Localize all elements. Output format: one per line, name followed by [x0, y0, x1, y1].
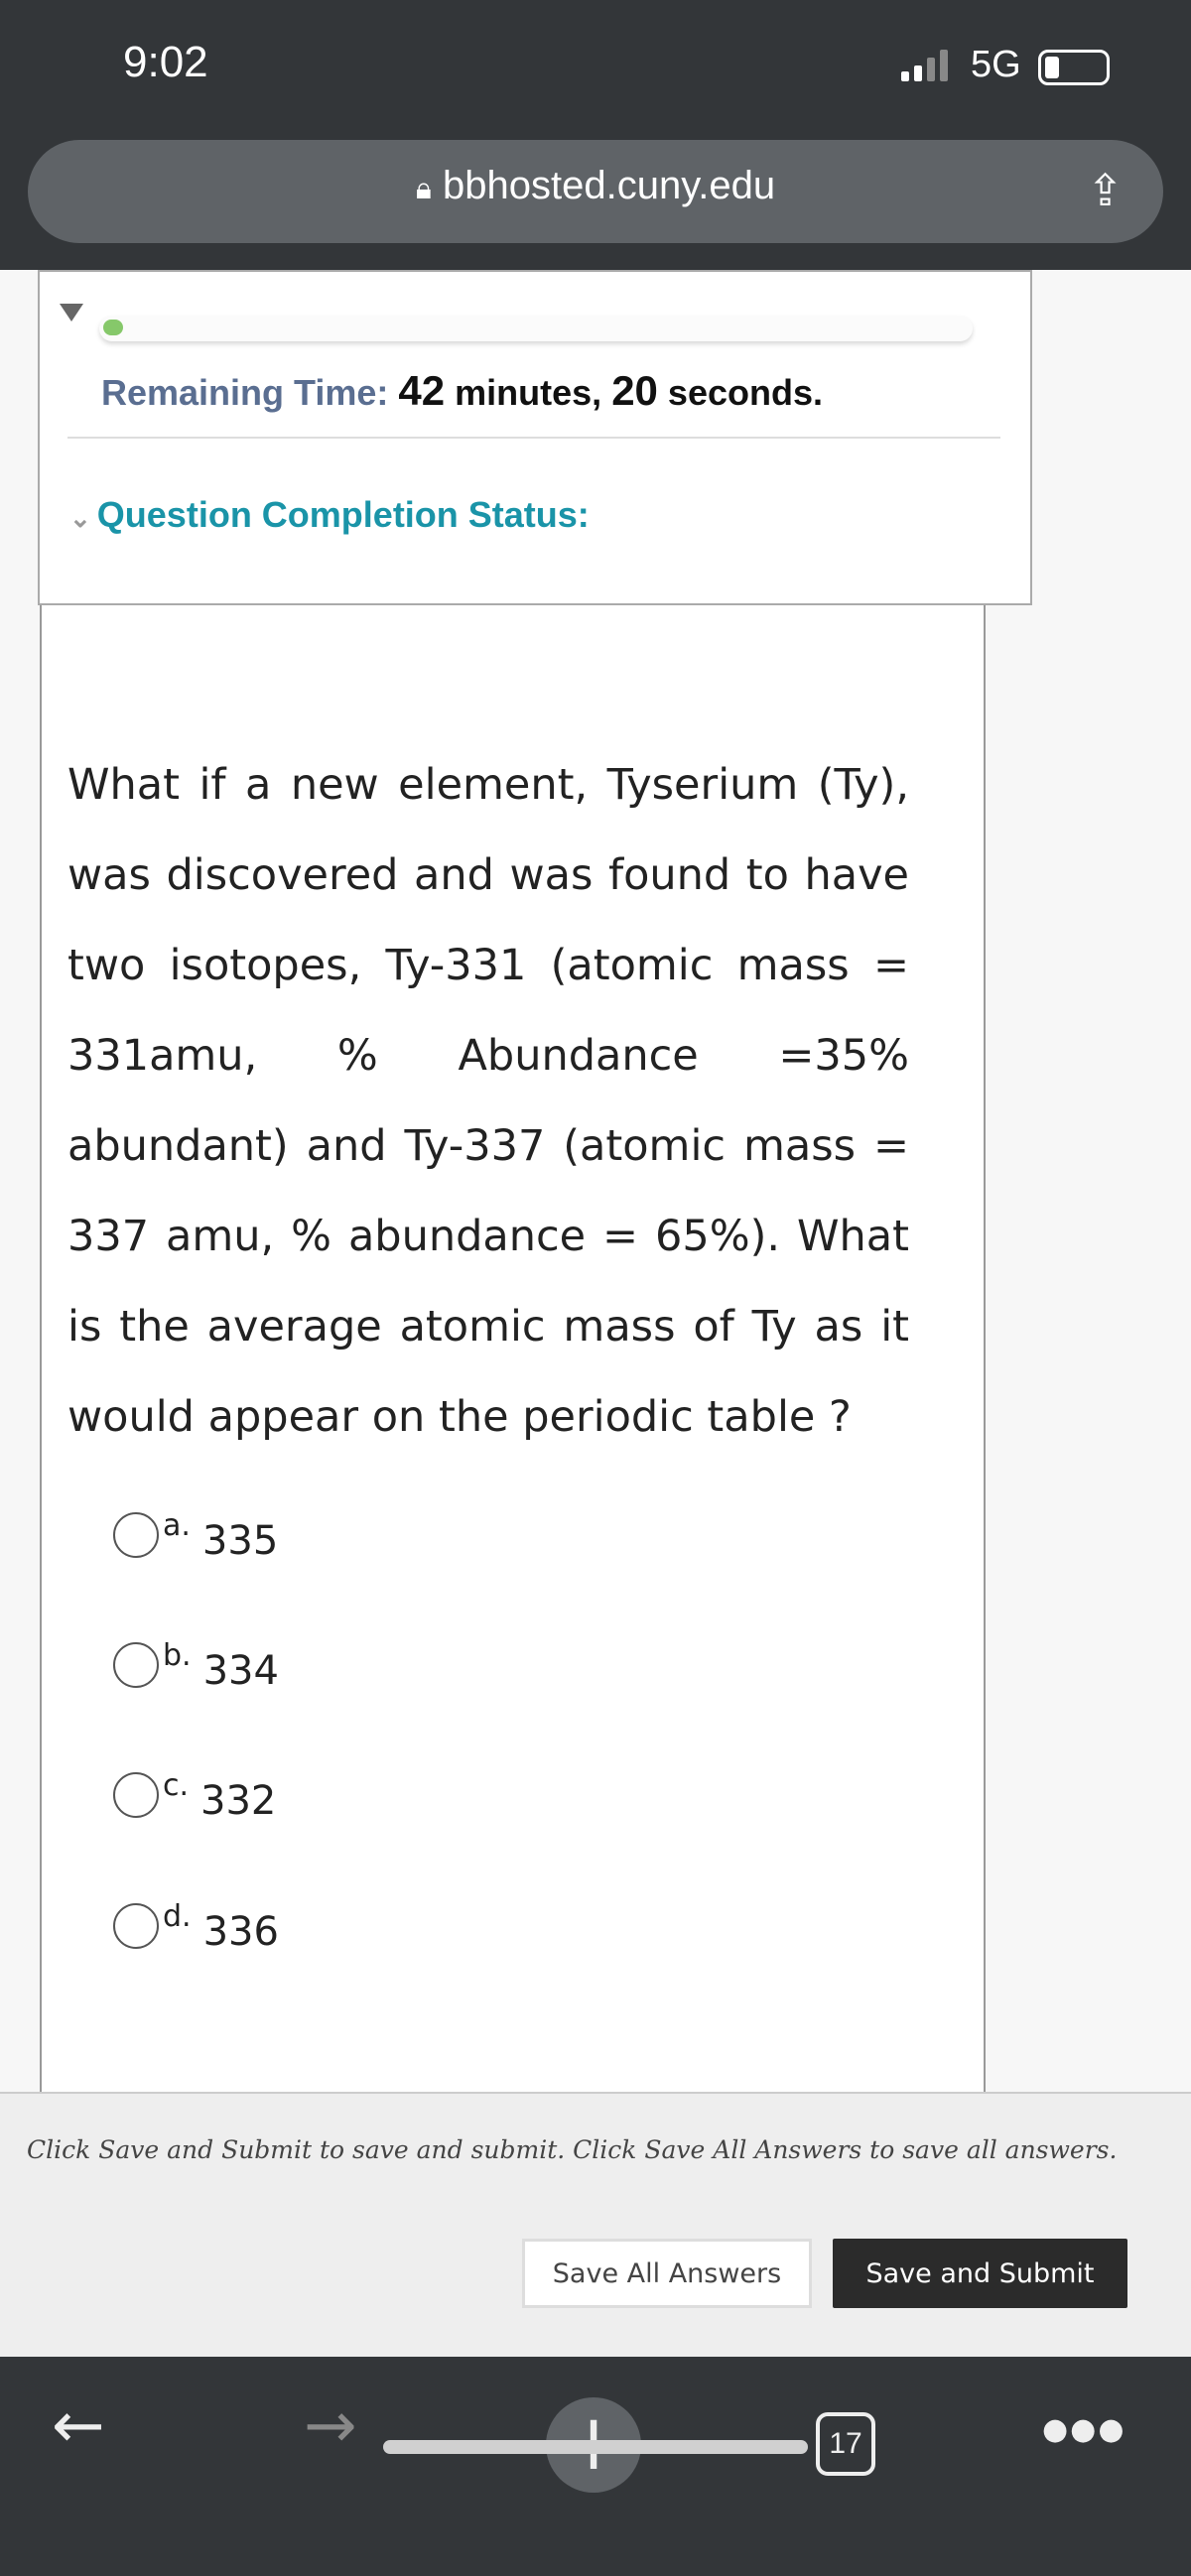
- collapse-triangle-icon[interactable]: [60, 304, 83, 322]
- save-all-answers-button[interactable]: Save All Answers: [522, 2239, 812, 2308]
- url-text: bbhosted.cuny.edu: [443, 164, 776, 207]
- time-progress-bar: [99, 316, 973, 341]
- question-text: What if a new element, Tyserium (Ty), wa…: [67, 760, 909, 1442]
- save-and-submit-button[interactable]: Save and Submit: [833, 2239, 1127, 2308]
- browser-toolbar: ← → + 17 ●●●: [0, 2357, 1191, 2576]
- question-area: What if a new element, Tyserium (Ty), wa…: [40, 595, 986, 2094]
- radio-button[interactable]: [113, 1903, 159, 1949]
- more-options-icon[interactable]: ●●●: [1042, 2412, 1126, 2447]
- status-time: 9:02: [123, 38, 208, 86]
- divider: [67, 437, 1000, 439]
- option-b[interactable]: b. 334: [113, 1638, 279, 1694]
- progress-fill: [103, 320, 123, 335]
- signal-icon: [901, 50, 948, 81]
- option-a[interactable]: a. 335: [113, 1508, 278, 1564]
- submit-footer: Click Save and Submit to save and submit…: [0, 2092, 1191, 2357]
- home-indicator: [383, 2440, 808, 2454]
- radio-button[interactable]: [113, 1642, 159, 1688]
- battery-icon: [1038, 50, 1110, 85]
- forward-arrow-icon[interactable]: →: [304, 2386, 357, 2466]
- address-bar[interactable]: 🔒︎ bbhosted.cuny.edu ⇪: [28, 140, 1163, 243]
- radio-button[interactable]: [113, 1512, 159, 1558]
- timer-panel: Remaining Time: 42 minutes, 20 seconds. …: [38, 270, 1032, 605]
- lock-icon: 🔒︎: [415, 173, 432, 205]
- option-c[interactable]: c. 332: [113, 1768, 276, 1824]
- double-chevron-down-icon: ⌄: [69, 503, 91, 533]
- tab-count-button[interactable]: 17: [816, 2412, 875, 2476]
- browser-chrome: 9:02 5G 🔒︎ bbhosted.cuny.edu ⇪: [0, 0, 1191, 270]
- remaining-time: Remaining Time: 42 minutes, 20 seconds.: [101, 367, 823, 414]
- option-d[interactable]: d. 336: [113, 1899, 279, 1955]
- back-arrow-icon[interactable]: ←: [52, 2386, 105, 2466]
- network-type: 5G: [971, 44, 1021, 85]
- radio-button[interactable]: [113, 1772, 159, 1818]
- completion-status-toggle[interactable]: ⌄ Question Completion Status:: [69, 494, 590, 536]
- submit-instructions: Click Save and Submit to save and submit…: [27, 2135, 1118, 2164]
- share-icon[interactable]: ⇪: [1087, 166, 1124, 216]
